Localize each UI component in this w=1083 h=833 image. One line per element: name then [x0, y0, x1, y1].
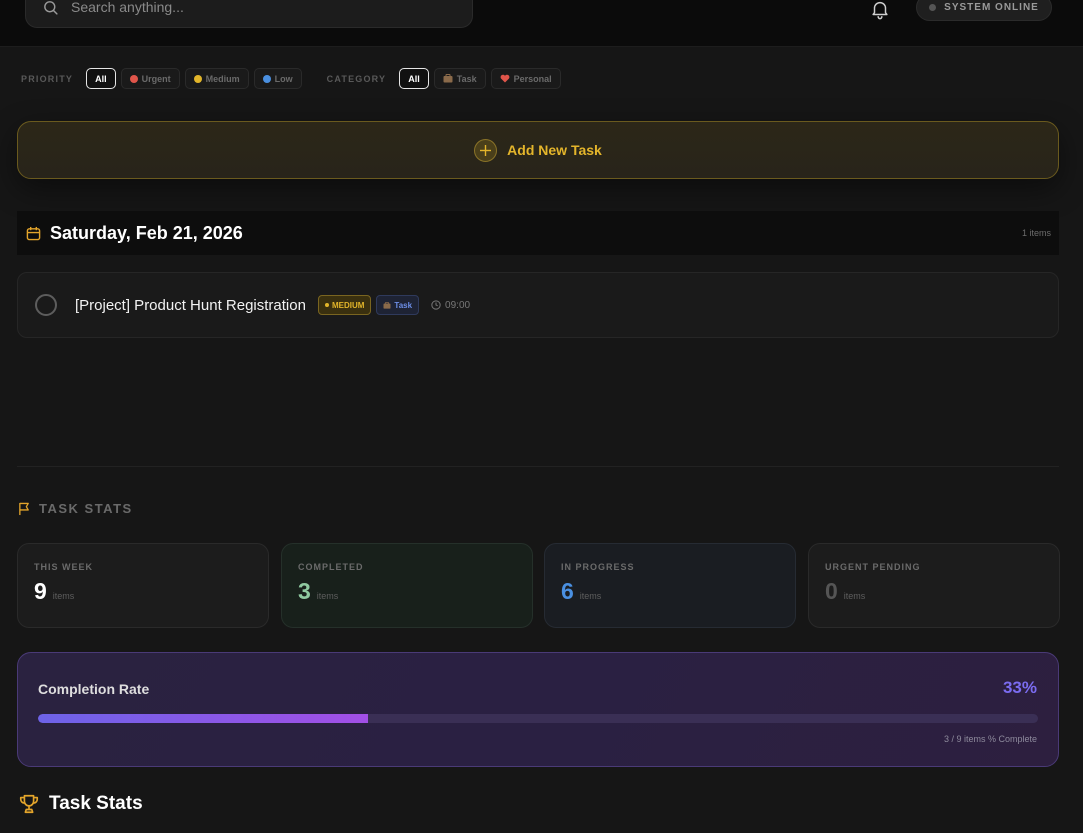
task-title: [Project] Product Hunt Registration [75, 296, 306, 314]
stat-unit: items [52, 591, 75, 601]
stat-card-completed: COMPLETED 3 items [281, 543, 533, 628]
chip-label: Medium [205, 73, 240, 84]
priority-badge: MEDIUM [317, 295, 372, 315]
completion-progress-fill [38, 714, 368, 723]
completion-title: Completion Rate [38, 681, 150, 697]
stat-card-this-week: THIS WEEK 9 items [17, 543, 269, 628]
top-bar: SYSTEM ONLINE [0, 0, 1083, 47]
stat-label: URGENT PENDING [825, 562, 921, 572]
task-time: 09:00 [431, 300, 470, 311]
search-input[interactable] [71, 0, 451, 15]
briefcase-icon [383, 301, 391, 309]
bell-icon[interactable] [869, 0, 891, 20]
trophy-icon [19, 794, 39, 814]
task-checkbox[interactable] [35, 294, 57, 316]
add-task-label: Add New Task [507, 142, 602, 158]
system-status-badge: SYSTEM ONLINE [916, 0, 1052, 21]
clock-icon [431, 300, 441, 310]
urgent-dot-icon [129, 74, 138, 83]
heart-icon [500, 74, 510, 83]
section-divider [17, 466, 1059, 467]
low-dot-icon [262, 74, 271, 83]
flag-icon [19, 502, 29, 515]
filter-bar: PRIORITY All Urgent Medium Low CATEGORY … [21, 68, 561, 89]
stat-unit: items [579, 591, 602, 601]
chip-label: Personal [513, 73, 552, 84]
calendar-icon [26, 226, 41, 240]
stat-unit: items [843, 591, 866, 601]
task-time-text: 09:00 [445, 299, 471, 311]
completion-subtitle: 3 / 9 items % Complete [943, 734, 1037, 744]
chip-label: All [408, 73, 420, 84]
category-badge: Task [376, 295, 420, 315]
plus-icon [474, 138, 498, 162]
completion-progress-bar [38, 714, 1038, 723]
priority-filter-urgent[interactable]: Urgent [120, 68, 180, 89]
add-task-button[interactable]: Add New Task [17, 121, 1059, 179]
completion-percent: 33% [1002, 678, 1037, 697]
briefcase-icon [443, 74, 453, 83]
priority-filter-label: PRIORITY [21, 73, 74, 84]
chip-label: Urgent [141, 73, 171, 84]
chip-label: All [95, 73, 107, 84]
stat-unit: items [316, 591, 339, 601]
stat-value: 0 [825, 578, 838, 604]
chip-label: Task [456, 73, 477, 84]
bottom-heading-text: Task Stats [49, 793, 143, 814]
stat-value: 9 [34, 578, 47, 604]
medium-dot-icon [193, 74, 202, 83]
stat-card-urgent-pending: URGENT PENDING 0 items [808, 543, 1060, 628]
priority-filter-all[interactable]: All [86, 68, 116, 89]
stat-card-in-progress: IN PROGRESS 6 items [544, 543, 796, 628]
chip-label: Low [274, 73, 293, 84]
search-box[interactable] [25, 0, 473, 28]
date-group-count: 1 items [1021, 228, 1051, 238]
date-group-title: Saturday, Feb 21, 2026 [50, 222, 243, 243]
category-filter-all[interactable]: All [399, 68, 429, 89]
system-status-text: SYSTEM ONLINE [944, 2, 1039, 13]
stat-label: IN PROGRESS [561, 562, 635, 572]
priority-dot-icon [324, 303, 329, 307]
stat-value: 6 [561, 578, 574, 604]
category-filter-personal[interactable]: Personal [490, 68, 561, 89]
priority-badge-text: MEDIUM [331, 300, 365, 310]
category-filter-task[interactable]: Task [433, 68, 486, 89]
task-item[interactable]: [Project] Product Hunt Registration MEDI… [17, 272, 1059, 338]
stat-value: 3 [298, 578, 311, 604]
priority-filter-low[interactable]: Low [253, 68, 302, 89]
category-badge-text: Task [394, 300, 413, 310]
stat-label: THIS WEEK [34, 562, 94, 572]
date-group-header: Saturday, Feb 21, 2026 1 items [17, 211, 1059, 255]
task-stats-section-heading: Task Stats [18, 793, 143, 815]
category-filter-label: CATEGORY [326, 73, 387, 84]
status-dot-icon [929, 4, 937, 11]
stat-label: COMPLETED [298, 562, 364, 572]
priority-filter-medium[interactable]: Medium [184, 68, 249, 89]
search-icon [44, 0, 58, 15]
completion-rate-card: Completion Rate 33% 3 / 9 items % Comple… [17, 652, 1059, 767]
task-stats-heading-text: TASK STATS [39, 501, 133, 516]
task-stats-heading: TASK STATS [18, 501, 133, 516]
